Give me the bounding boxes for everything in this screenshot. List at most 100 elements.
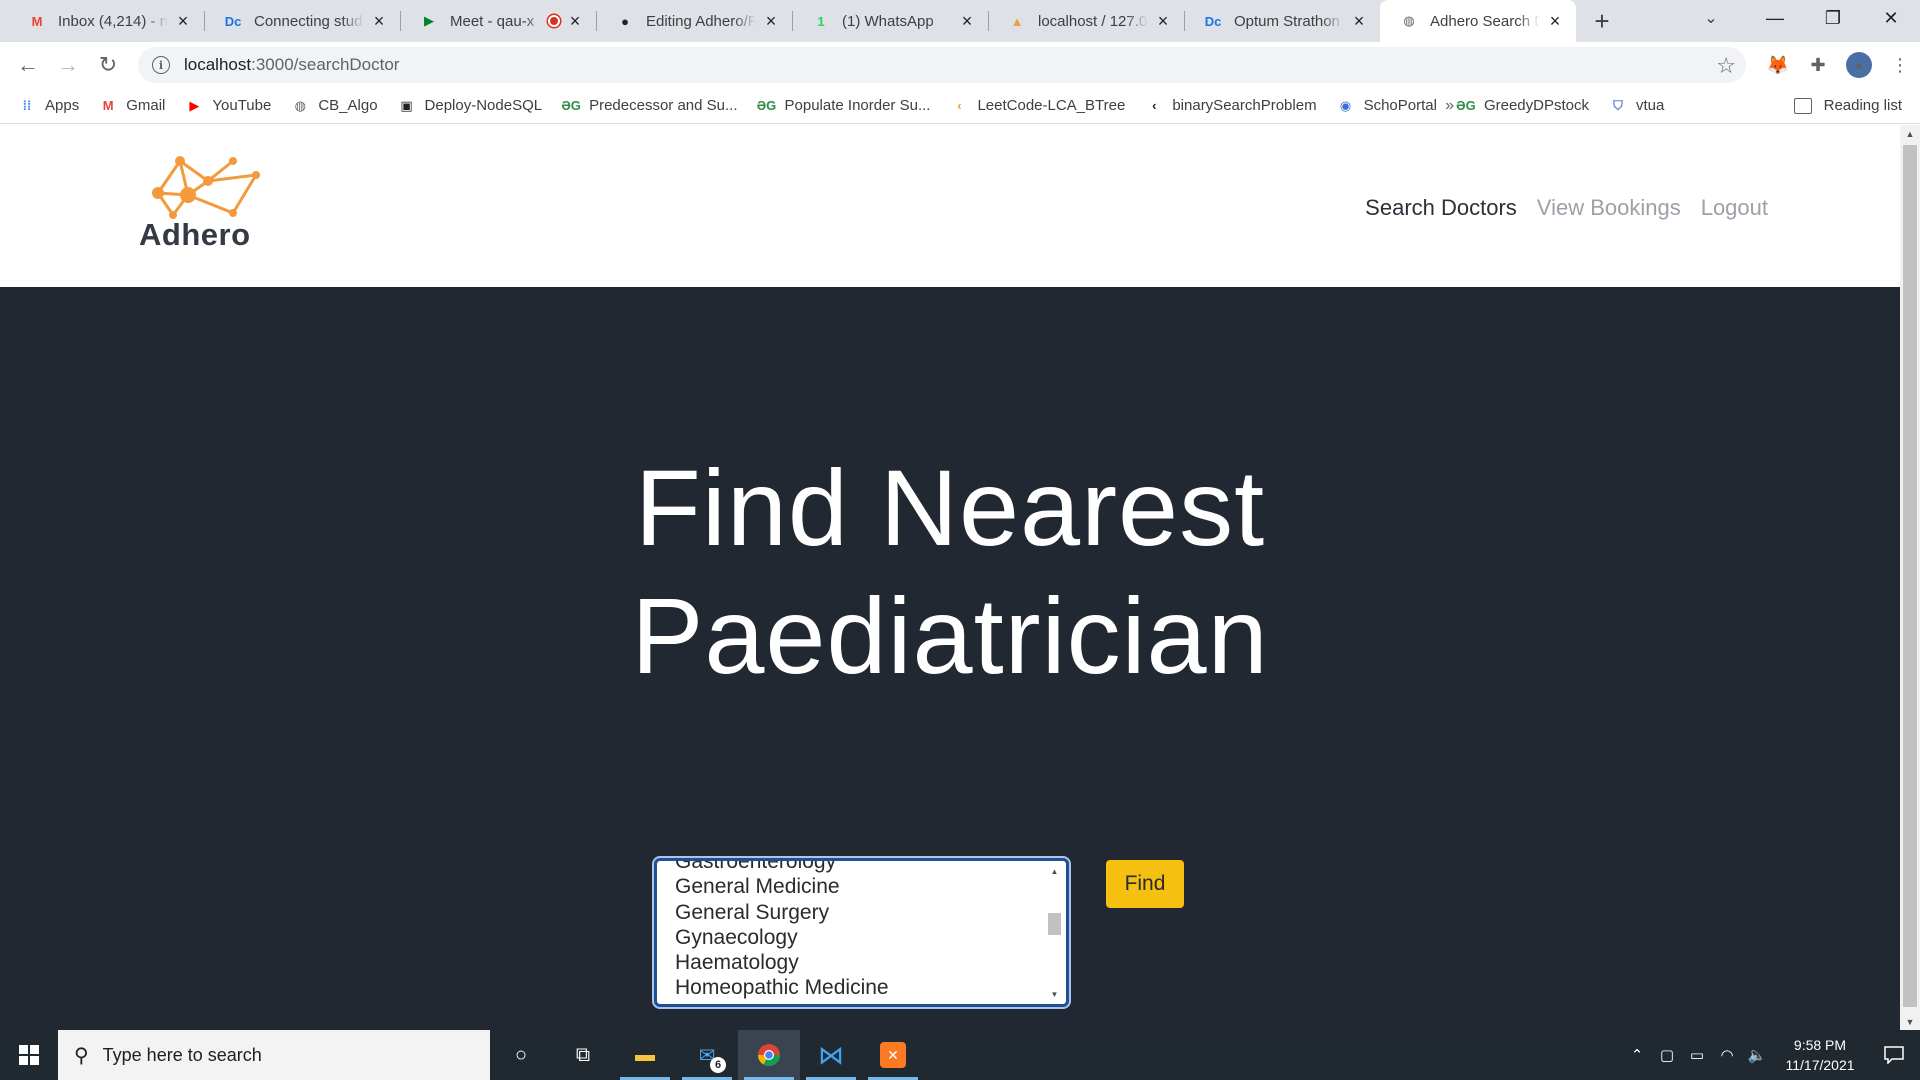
- tab-close-icon[interactable]: ×: [566, 11, 584, 32]
- site-header: Adhero Search Doctors View Bookings Logo…: [0, 125, 1900, 287]
- bookmark-item[interactable]: ‹ LeetCode-LCA_BTree: [950, 97, 1125, 115]
- tab-close-icon[interactable]: ×: [958, 11, 976, 32]
- specialty-options: Gastroenterology General Medicine General …: [675, 861, 889, 1004]
- page-scrollbar[interactable]: ▲ ▼: [1900, 125, 1920, 1030]
- task-view-icon[interactable]: ⧉: [552, 1030, 614, 1080]
- close-window-button[interactable]: ✕: [1862, 0, 1920, 36]
- tab-close-icon[interactable]: ×: [1154, 11, 1172, 32]
- restore-button[interactable]: ❐: [1804, 0, 1862, 36]
- forward-arrow-icon[interactable]: →: [48, 45, 88, 85]
- url-text[interactable]: localhost:3000/searchDoctor: [184, 55, 399, 75]
- reading-list-button[interactable]: Reading list: [1793, 97, 1902, 114]
- browser-tab[interactable]: ● Editing Adhero/R ×: [596, 0, 792, 42]
- browser-tab[interactable]: ◍ Adhero Search D ×: [1380, 0, 1576, 42]
- file-explorer-icon[interactable]: ▬: [614, 1030, 676, 1080]
- specialty-option[interactable]: Gastroenterology: [675, 861, 889, 874]
- chrome-icon[interactable]: [738, 1030, 800, 1080]
- bookmark-item[interactable]: ƏG Predecessor and Su...: [561, 97, 737, 115]
- bookmark-item[interactable]: ⁞⁞ Apps: [18, 97, 80, 115]
- bookmark-item[interactable]: ◉ SchoPortal: [1337, 97, 1437, 115]
- page-scroll-up-icon[interactable]: ▲: [1900, 125, 1920, 142]
- apps-grid-icon: ⁞⁞: [22, 98, 32, 113]
- vscode-icon[interactable]: ⋈: [800, 1030, 862, 1080]
- volume-icon[interactable]: 🔈: [1742, 1030, 1772, 1080]
- new-tab-button[interactable]: +: [1582, 0, 1622, 42]
- tab-close-icon[interactable]: ×: [370, 11, 388, 32]
- bookmark-item[interactable]: ▶ YouTube: [185, 97, 271, 115]
- taskbar-search-box[interactable]: ⚲ Type here to search: [58, 1030, 490, 1080]
- system-tray: ⌃ ▢ ▭ ◠ 🔈 9:58 PM 11/17/2021: [1622, 1030, 1920, 1080]
- tab-title: Optum Strathon: [1234, 12, 1340, 30]
- notification-center-icon[interactable]: [1868, 1030, 1920, 1080]
- specialty-select-list[interactable]: Gastroenterology General Medicine General …: [654, 858, 1069, 1007]
- minimize-button[interactable]: —: [1746, 0, 1804, 36]
- site-info-icon[interactable]: i: [152, 56, 170, 74]
- bookmark-label: Gmail: [126, 97, 166, 114]
- nav-view-bookings[interactable]: View Bookings: [1537, 195, 1681, 221]
- tab-close-icon[interactable]: ×: [762, 11, 780, 32]
- cortana-circle-icon[interactable]: ○: [490, 1030, 552, 1080]
- specialty-option[interactable]: Homeopathic Medicine: [675, 975, 889, 1000]
- page-scroll-down-icon[interactable]: ▼: [1900, 1013, 1920, 1030]
- specialty-option[interactable]: Gynaecology: [675, 925, 889, 950]
- taskbar-search-placeholder: Type here to search: [102, 1044, 262, 1065]
- bookmark-item[interactable]: ƏG Populate Inorder Su...: [757, 97, 931, 115]
- tab-title: Meet - qau-x: [450, 12, 535, 30]
- taskbar-clock[interactable]: 9:58 PM 11/17/2021: [1772, 1035, 1868, 1075]
- battery-icon[interactable]: ▭: [1682, 1030, 1712, 1080]
- tab-close-icon[interactable]: ×: [174, 11, 192, 32]
- browser-tab[interactable]: ▲ localhost / 127.0. ×: [988, 0, 1184, 42]
- browser-tab[interactable]: 1 (1) WhatsApp ×: [792, 0, 988, 42]
- bookmark-item[interactable]: M Gmail: [99, 97, 166, 115]
- leetcode-icon: ‹: [957, 98, 962, 113]
- scroll-thumb[interactable]: [1048, 913, 1061, 935]
- address-bar[interactable]: i localhost:3000/searchDoctor ☆: [138, 47, 1746, 83]
- brand-name[interactable]: Adhero: [139, 217, 251, 253]
- extensions-puzzle-icon[interactable]: ✚: [1798, 45, 1838, 85]
- reading-list-label: Reading list: [1823, 97, 1902, 114]
- bookmark-item[interactable]: ⛉ vtua: [1609, 97, 1664, 115]
- chrome-menu-icon[interactable]: ⋮: [1880, 45, 1920, 85]
- bookmarks-overflow-chevron-icon[interactable]: »: [1445, 97, 1454, 115]
- scroll-up-arrow-icon[interactable]: ▲: [1046, 864, 1063, 878]
- tab-close-icon[interactable]: ×: [1546, 11, 1564, 32]
- tab-strip: M Inbox (4,214) - ru × Dc Connecting stude × ▶…: [0, 0, 1920, 42]
- mail-badge: 6: [710, 1057, 726, 1073]
- bookmark-star-icon[interactable]: ☆: [1716, 53, 1736, 79]
- bookmark-item[interactable]: ƏG GreedyDPstock: [1456, 97, 1589, 115]
- tab-search-chevron-icon[interactable]: ⌄: [1688, 0, 1734, 36]
- bookmarks-bar: ⁞⁞ Apps M Gmail ▶ YouTube ◍ CB_Algo ▣ Deploy-Node…: [0, 88, 1920, 124]
- scroll-down-arrow-icon[interactable]: ▼: [1046, 987, 1063, 1001]
- bookmark-item[interactable]: ◍ CB_Algo: [291, 97, 378, 115]
- wifi-icon[interactable]: ◠: [1712, 1030, 1742, 1080]
- specialty-option[interactable]: Haematology: [675, 950, 889, 975]
- browser-tab[interactable]: M Inbox (4,214) - ru ×: [8, 0, 204, 42]
- specialty-option[interactable]: General Medicine: [675, 874, 889, 899]
- specialty-option[interactable]: Microbiology: [675, 1001, 889, 1004]
- specialty-option[interactable]: General Surgery: [675, 900, 889, 925]
- tab-close-icon[interactable]: ×: [1350, 11, 1368, 32]
- bookmark-item[interactable]: ‹ binarySearchProblem: [1145, 97, 1316, 115]
- page-scroll-thumb[interactable]: [1903, 145, 1917, 1007]
- nav-logout[interactable]: Logout: [1701, 195, 1768, 221]
- mail-icon[interactable]: ✉ 6: [676, 1030, 738, 1080]
- gmail-icon: M: [31, 13, 43, 29]
- reading-list-icon: [1793, 97, 1812, 114]
- profile-avatar[interactable]: ●: [1846, 52, 1872, 78]
- find-button[interactable]: Find: [1106, 860, 1184, 908]
- tray-chevron-up-icon[interactable]: ⌃: [1622, 1030, 1652, 1080]
- bookmark-item[interactable]: ▣ Deploy-NodeSQL: [398, 97, 542, 115]
- metamask-fox-icon[interactable]: 🦊: [1758, 45, 1798, 85]
- globe-icon: ◍: [294, 97, 306, 113]
- browser-tab[interactable]: Dc Connecting stude ×: [204, 0, 400, 42]
- meet-tray-icon[interactable]: ▢: [1652, 1030, 1682, 1080]
- browser-tab[interactable]: ▶ Meet - qau-x ×: [400, 0, 596, 42]
- windows-start-icon[interactable]: [0, 1030, 58, 1080]
- reload-icon[interactable]: ↻: [88, 45, 128, 85]
- browser-tab[interactable]: Dc Optum Strathon ×: [1184, 0, 1380, 42]
- xampp-icon[interactable]: ✕: [862, 1030, 924, 1080]
- back-arrow-icon[interactable]: ←: [8, 45, 48, 85]
- specialty-scrollbar[interactable]: ▲ ▼: [1046, 864, 1063, 1001]
- nav-search-doctors[interactable]: Search Doctors: [1365, 195, 1517, 221]
- page-title-line-1: Find Nearest: [634, 447, 1266, 568]
